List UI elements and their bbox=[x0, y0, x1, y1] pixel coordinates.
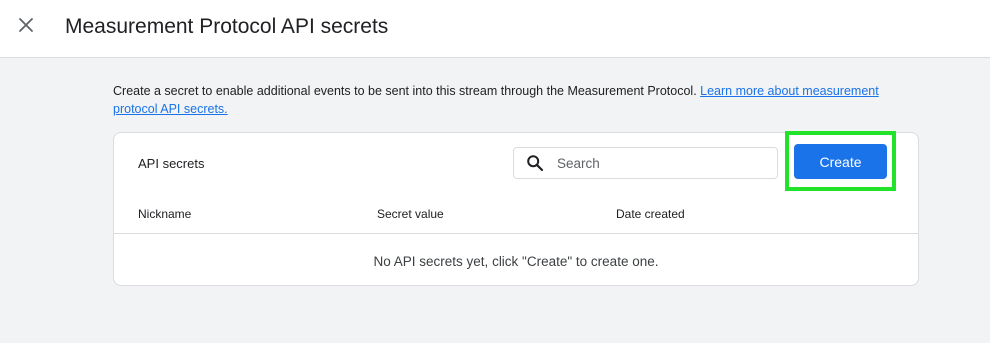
api-secrets-card: API secrets Create Nickname Secret value… bbox=[113, 131, 919, 286]
description: Create a secret to enable additional eve… bbox=[113, 82, 919, 118]
table-divider bbox=[114, 233, 918, 234]
card-title: API secrets bbox=[138, 156, 205, 171]
column-header-nickname: Nickname bbox=[138, 207, 192, 221]
description-text: Create a secret to enable additional eve… bbox=[113, 84, 701, 98]
search-box[interactable] bbox=[513, 147, 778, 179]
close-icon bbox=[17, 16, 35, 39]
search-input[interactable] bbox=[555, 154, 759, 172]
create-button[interactable]: Create bbox=[794, 144, 887, 179]
page-header: Measurement Protocol API secrets bbox=[0, 0, 990, 58]
close-button[interactable] bbox=[12, 13, 40, 41]
search-icon bbox=[525, 153, 545, 173]
empty-state-message: No API secrets yet, click "Create" to cr… bbox=[373, 254, 659, 269]
column-header-date-created: Date created bbox=[616, 207, 685, 221]
column-header-secret-value: Secret value bbox=[377, 207, 444, 221]
page-title: Measurement Protocol API secrets bbox=[65, 15, 389, 38]
